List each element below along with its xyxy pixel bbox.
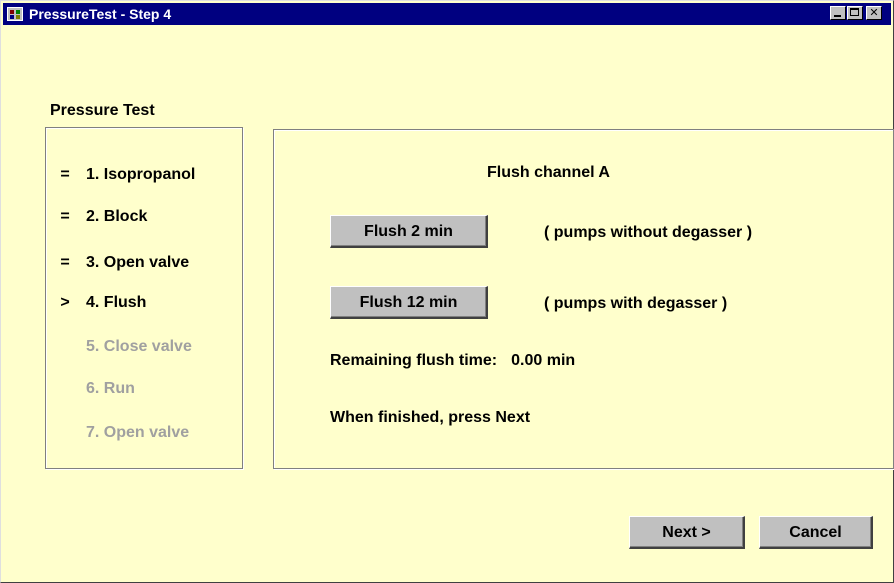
step-label: 6. Run <box>86 380 135 397</box>
current-step-marker: > <box>60 294 70 311</box>
minimize-icon <box>834 15 841 17</box>
close-button[interactable]: ✕ <box>866 6 882 20</box>
next-button[interactable]: Next > <box>629 516 745 549</box>
step-label: 3. Open valve <box>86 254 190 271</box>
remaining-flush-time: Remaining flush time: 0.00 min <box>330 352 575 370</box>
flush-2-min-note: ( pumps without degasser ) <box>544 224 753 241</box>
step-marker: = <box>60 254 70 271</box>
remaining-value: 0.00 min <box>511 352 576 369</box>
window-title: PressureTest - Step 4 <box>29 6 172 22</box>
flush-12-min-button[interactable]: Flush 12 min <box>330 286 488 319</box>
flush-heading: Flush channel A <box>487 164 610 181</box>
title-bar[interactable]: PressureTest - Step 4 ✕ <box>3 3 891 25</box>
app-icon[interactable] <box>7 7 23 21</box>
step-marker: = <box>60 166 70 183</box>
steps-section-title: Pressure Test <box>50 102 155 119</box>
flush-12-min-note: ( pumps with degasser ) <box>544 295 728 312</box>
close-icon: ✕ <box>869 7 879 19</box>
step-label: 1. Isopropanol <box>86 166 196 183</box>
minimize-button[interactable] <box>830 6 846 20</box>
maximize-icon <box>850 8 859 16</box>
finish-instruction: When finished, press Next <box>330 409 531 426</box>
step-label: 7. Open valve <box>86 424 190 441</box>
step-label: 4. Flush <box>86 294 147 311</box>
remaining-label: Remaining flush time: <box>330 352 498 369</box>
step-marker: = <box>60 208 70 225</box>
flush-2-min-button[interactable]: Flush 2 min <box>330 215 488 248</box>
pressure-test-window: PressureTest - Step 4 ✕ Pressure Test = … <box>0 0 894 583</box>
step-label: 5. Close valve <box>86 338 192 355</box>
cancel-button[interactable]: Cancel <box>759 516 873 549</box>
maximize-button[interactable] <box>847 6 863 20</box>
steps-panel: = 1. Isopropanol = 2. Block = 3. Open va… <box>45 127 243 469</box>
step-label: 2. Block <box>86 208 148 225</box>
